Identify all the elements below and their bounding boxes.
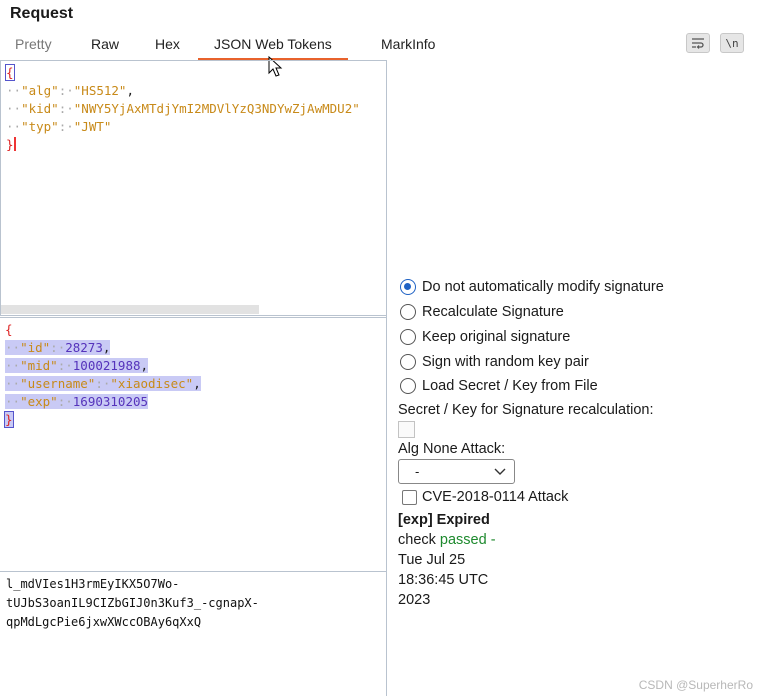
tab-markinfo[interactable]: MarkInfo — [381, 36, 435, 60]
option-random-key-pair[interactable]: Sign with random key pair — [400, 354, 589, 370]
exp-date-line: 18:36:45 UTC — [398, 572, 489, 588]
watermark: CSDN @SuperherRo — [638, 678, 753, 692]
header-row-typ: ··"typ":·"JWT" — [6, 119, 112, 134]
jwt-editor-pane: { ··"alg":·"HS512", ··"kid":·"NWY5YjAxMT… — [0, 60, 387, 696]
tab-hex[interactable]: Hex — [155, 36, 180, 60]
cve-2018-0114-checkbox-row[interactable]: CVE-2018-0114 Attack — [402, 489, 568, 505]
jwt-payload-editor[interactable]: { ··"id":·28273, ··"mid":·100021988, ··"… — [0, 317, 386, 570]
panel-title: Request — [10, 5, 74, 22]
signature-options-pane: Do not automatically modify signature Re… — [388, 60, 759, 696]
header-close-brace: } — [6, 137, 14, 152]
tab-json-web-tokens-label: JSON Web Tokens — [214, 36, 332, 52]
tab-raw[interactable]: Raw — [91, 36, 119, 60]
jwt-signature-editor[interactable]: l_mdVIes1H3rmEyIKX5O7Wo- tUJbS3oanIL9CIZ… — [0, 571, 386, 696]
option-keep-original[interactable]: Keep original signature — [400, 329, 570, 345]
radio-icon[interactable] — [400, 329, 416, 345]
header-horizontal-scrollbar[interactable] — [1, 305, 259, 314]
tab-pretty[interactable]: Pretty — [15, 36, 52, 60]
wrap-lines-icon — [692, 38, 704, 49]
jwt-header-editor[interactable]: { ··"alg":·"HS512", ··"kid":·"NWY5YjAxMT… — [0, 60, 386, 316]
chevron-down-icon — [494, 468, 506, 475]
payload-open-brace: { — [5, 322, 13, 337]
secret-key-label: Secret / Key for Signature recalculation… — [398, 402, 654, 418]
exp-date-line: Tue Jul 25 — [398, 552, 466, 568]
radio-icon[interactable] — [400, 279, 416, 295]
tab-bar: Pretty Raw Hex JSON Web Tokens MarkInfo — [0, 34, 759, 60]
radio-icon[interactable] — [400, 354, 416, 370]
header-open-brace: { — [5, 64, 15, 81]
exp-check-status: check passed - — [398, 532, 496, 548]
wrap-lines-button[interactable] — [686, 33, 710, 53]
cve-checkbox[interactable] — [402, 489, 417, 505]
option-load-secret[interactable]: Load Secret / Key from File — [400, 378, 598, 394]
radio-icon[interactable] — [400, 378, 416, 394]
payload-close-brace: } — [4, 411, 14, 428]
signature-line: tUJbS3oanIL9CIZbGIJ0n3Kuf3_-cgnapX- — [6, 596, 259, 610]
signature-line: qpMdLgcPie6jxwXWccOBAy6qXxQ — [6, 615, 202, 629]
secret-key-input[interactable] — [398, 421, 415, 438]
header-row-alg: ··"alg":·"HS512", — [6, 83, 134, 98]
payload-row-username: ··"username":·"xiaodisec", — [5, 376, 201, 391]
alg-none-select[interactable]: - — [398, 459, 515, 484]
payload-row-mid: ··"mid":·100021988, — [5, 358, 149, 373]
payload-row-exp: ··"exp":·1690310205 — [5, 394, 149, 409]
alg-none-label: Alg None Attack: — [398, 441, 506, 457]
exp-status-title: [exp] Expired — [398, 512, 490, 528]
header-row-kid: ··"kid":·"NWY5YjAxMTdjYmI2MDVlYzQ3NDYwZj… — [6, 101, 360, 116]
option-recalculate[interactable]: Recalculate Signature — [400, 304, 564, 320]
payload-row-id: ··"id":·28273, — [5, 340, 111, 355]
option-do-not-modify[interactable]: Do not automatically modify signature — [400, 279, 664, 295]
signature-line: l_mdVIes1H3rmEyIKX5O7Wo- — [6, 577, 180, 591]
radio-icon[interactable] — [400, 304, 416, 320]
exp-date-line: 2023 — [398, 592, 431, 608]
show-newlines-button[interactable]: \n — [720, 33, 744, 53]
